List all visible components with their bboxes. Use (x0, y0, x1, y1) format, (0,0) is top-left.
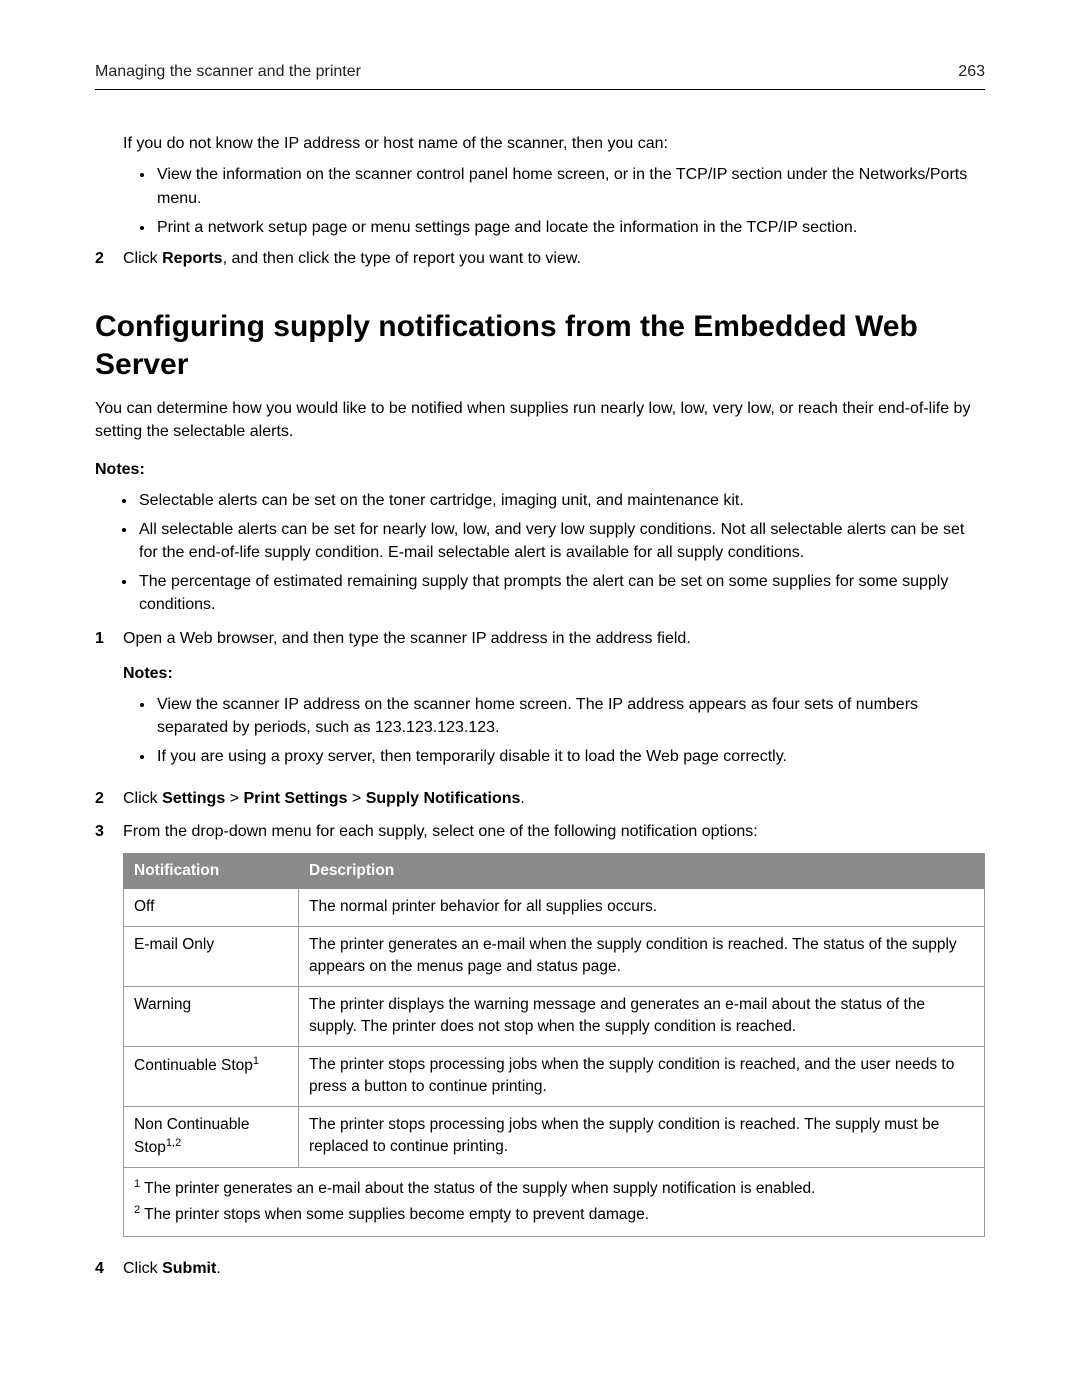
step-number: 3 (95, 820, 123, 1247)
top-bullets: View the information on the scanner cont… (155, 163, 985, 239)
table-row: Non Continuable Stop1,2 The printer stop… (124, 1106, 985, 1167)
list-item: View the scanner IP address on the scann… (155, 693, 985, 739)
table-row: E‑mail Only The printer generates an e‑m… (124, 926, 985, 986)
page-header: Managing the scanner and the printer 263 (95, 60, 985, 90)
step-text: Click Submit. (123, 1257, 985, 1280)
step-2-top: 2 Click Reports, and then click the type… (95, 247, 985, 270)
step-1: 1 Open a Web browser, and then type the … (95, 627, 985, 777)
table-row: Off The normal printer behavior for all … (124, 889, 985, 926)
section-intro: You can determine how you would like to … (95, 397, 985, 443)
step-number: 2 (95, 787, 123, 810)
step-text: Open a Web browser, and then type the sc… (123, 630, 691, 647)
step-text: Click Settings > Print Settings > Supply… (123, 787, 985, 810)
step-number: 4 (95, 1257, 123, 1280)
table-row: Warning The printer displays the warning… (124, 986, 985, 1046)
list-item: Print a network setup page or menu setti… (155, 216, 985, 239)
list-item: Selectable alerts can be set on the tone… (137, 489, 985, 512)
sub-notes-list: View the scanner IP address on the scann… (155, 693, 985, 769)
list-item: The percentage of estimated remaining su… (137, 570, 985, 616)
step-2: 2 Click Settings > Print Settings > Supp… (95, 787, 985, 810)
list-item: All selectable alerts can be set for nea… (137, 518, 985, 564)
step-number: 2 (95, 247, 123, 270)
sub-notes-label: Notes: (123, 662, 985, 685)
step-text: From the drop‑down menu for each supply,… (123, 823, 758, 840)
table-footnotes: 1 The printer generates an e‑mail about … (124, 1167, 985, 1236)
header-title: Managing the scanner and the printer (95, 60, 361, 83)
list-item: View the information on the scanner cont… (155, 163, 985, 209)
list-item: If you are using a proxy server, then te… (155, 745, 985, 768)
notification-table: Notification Description Off The normal … (123, 853, 985, 1237)
top-intro: If you do not know the IP address or hos… (123, 132, 985, 155)
col-notification: Notification (124, 853, 299, 888)
header-page-number: 263 (958, 60, 985, 83)
step-text: Click Reports, and then click the type o… (123, 247, 985, 270)
section-heading: Configuring supply notifications from th… (95, 308, 985, 383)
notes-list: Selectable alerts can be set on the tone… (137, 489, 985, 617)
step-body: Open a Web browser, and then type the sc… (123, 627, 985, 777)
step-number: 1 (95, 627, 123, 777)
notes-label: Notes: (95, 458, 985, 481)
col-description: Description (299, 853, 985, 888)
top-block: If you do not know the IP address or hos… (95, 132, 985, 270)
step-3: 3 From the drop‑down menu for each suppl… (95, 820, 985, 1247)
table-row: Continuable Stop1 The printer stops proc… (124, 1046, 985, 1106)
step-4: 4 Click Submit. (95, 1257, 985, 1280)
step-body: From the drop‑down menu for each supply,… (123, 820, 985, 1247)
